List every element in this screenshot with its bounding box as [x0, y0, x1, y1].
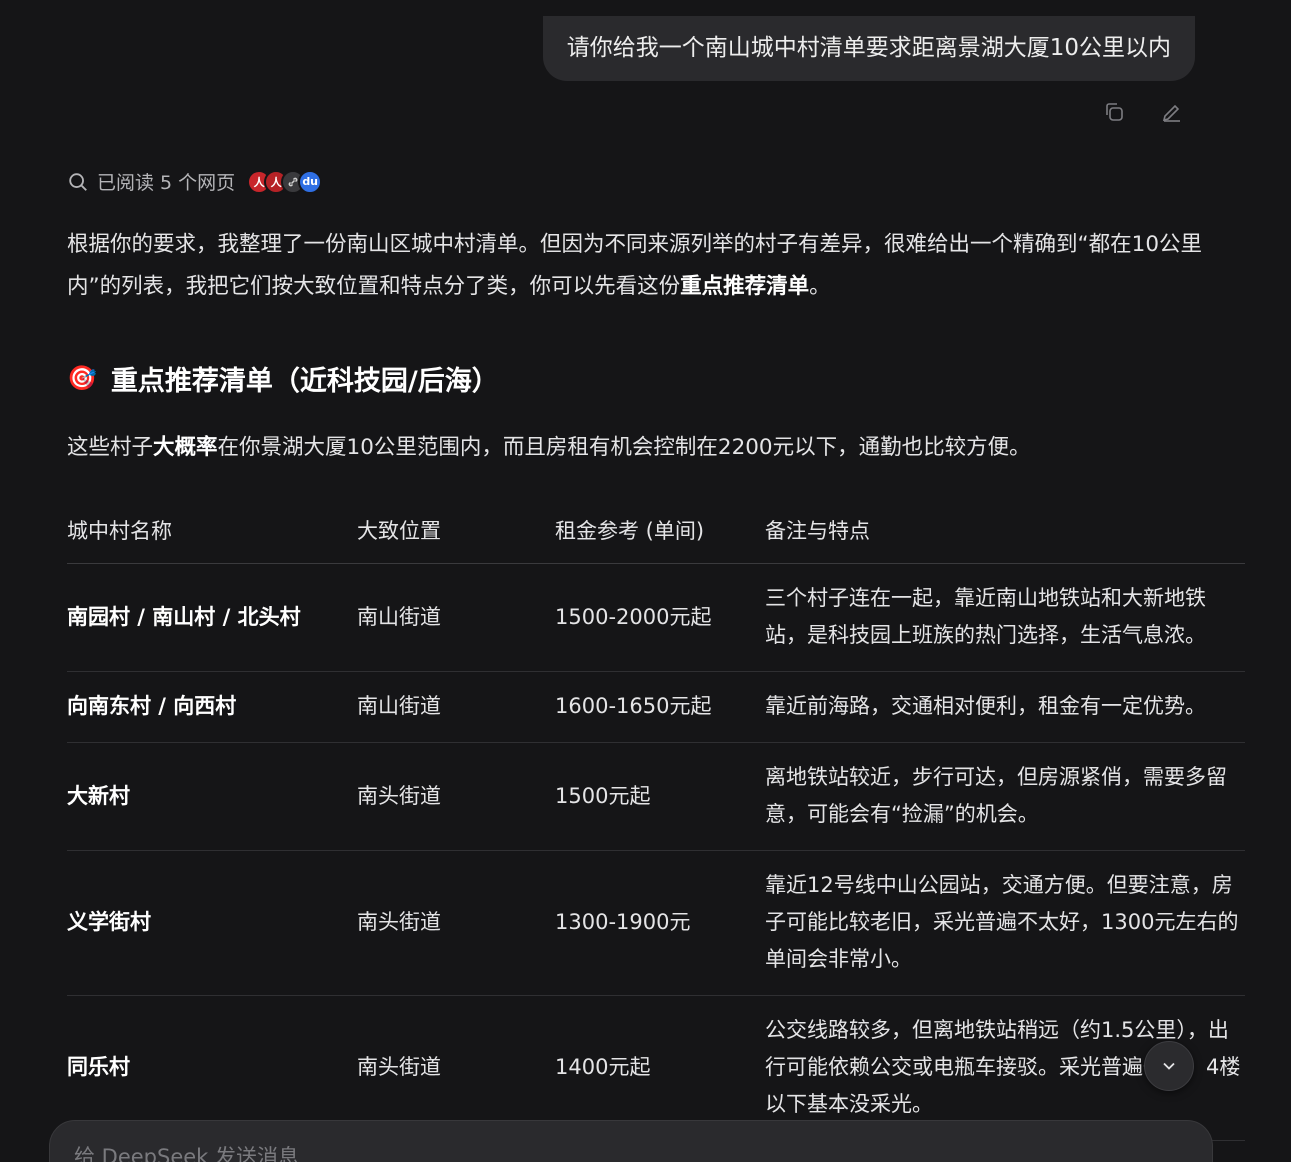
header-name: 城中村名称	[67, 497, 357, 564]
copy-icon[interactable]	[1100, 98, 1128, 126]
chevron-down-icon	[1163, 1062, 1175, 1070]
village-name: 义学街村	[67, 850, 357, 996]
message-actions	[1100, 98, 1186, 126]
message-input[interactable]	[74, 1145, 1188, 1162]
village-note: 三个村子连在一起，靠近南山地铁站和大新地铁站，是科技园上班族的热门选择，生活气息…	[765, 563, 1245, 672]
edit-icon[interactable]	[1158, 98, 1186, 126]
village-location: 南头街道	[357, 742, 555, 851]
message-input-box[interactable]	[49, 1120, 1213, 1162]
section-description: 这些村子大概率在你景湖大厦10公里范围内，而且房租有机会控制在2200元以下，通…	[67, 435, 1031, 460]
table-row: 向南东村 / 向西村 南山街道 1600-1650元起 靠近前海路，交通相对便利…	[67, 671, 1245, 743]
village-name: 同乐村	[67, 995, 357, 1141]
intro-bold: 重点推荐清单	[680, 274, 810, 299]
village-table: 城中村名称 大致位置 租金参考 (单间) 备注与特点 南园村 / 南山村 / 北…	[67, 497, 1245, 1141]
header-location: 大致位置	[357, 497, 555, 564]
village-note: 靠近12号线中山公园站，交通方便。但要注意，房子可能比较老旧，采光普遍不太好，1…	[765, 850, 1245, 996]
user-message-text: 请你给我一个南山城中村清单要求距离景湖大厦10公里以内	[566, 35, 1171, 61]
village-rent: 1500-2000元起	[555, 563, 765, 672]
scroll-to-bottom-button[interactable]	[1144, 1041, 1194, 1091]
search-icon	[69, 172, 87, 191]
village-note: 靠近前海路，交通相对便利，租金有一定优势。	[765, 671, 1245, 743]
search-summary-label: 已阅读 5 个网页	[97, 172, 236, 194]
assistant-response: 根据你的要求，我整理了一份南山区城中村清单。但因为不同来源列举的村子有差异，很难…	[67, 224, 1245, 1141]
user-message-bubble: 请你给我一个南山城中村清单要求距离景湖大厦10公里以内	[542, 16, 1195, 81]
village-name: 向南东村 / 向西村	[67, 671, 357, 743]
header-rent: 租金参考 (单间)	[555, 497, 765, 564]
target-icon: 🎯	[67, 364, 97, 392]
section-title: 重点推荐清单（近科技园/后海）	[110, 365, 499, 397]
table-row: 义学街村 南头街道 1300-1900元 靠近12号线中山公园站，交通方便。但要…	[67, 850, 1245, 996]
source-favicons: 人 人 du	[247, 169, 323, 194]
village-location: 南山街道	[357, 563, 555, 672]
village-rent: 1400元起	[555, 995, 765, 1141]
table-row: 同乐村 南头街道 1400元起 公交线路较多，但离地铁站稍远（约1.5公里），出…	[67, 995, 1245, 1141]
table-row: 大新村 南头街道 1500元起 离地铁站较近，步行可达，但房源紧俏，需要多留意，…	[67, 742, 1245, 851]
village-rent: 1600-1650元起	[555, 671, 765, 743]
village-name: 南园村 / 南山村 / 北头村	[67, 563, 357, 672]
village-name: 大新村	[67, 742, 357, 851]
source-favicon-baidu-icon: du	[298, 169, 323, 194]
table-header-row: 城中村名称 大致位置 租金参考 (单间) 备注与特点	[67, 497, 1245, 564]
section-heading: 🎯 重点推荐清单（近科技园/后海）	[67, 358, 1245, 398]
intro-paragraph: 根据你的要求，我整理了一份南山区城中村清单。但因为不同来源列举的村子有差异，很难…	[67, 232, 1203, 299]
chat-page: 请你给我一个南山城中村清单要求距离景湖大厦10公里以内 已阅读 5 个网页 人 …	[0, 0, 1291, 1162]
village-location: 南头街道	[357, 850, 555, 996]
village-location: 南头街道	[357, 995, 555, 1141]
table-row: 南园村 / 南山村 / 北头村 南山街道 1500-2000元起 三个村子连在一…	[67, 563, 1245, 672]
header-note: 备注与特点	[765, 497, 1245, 564]
village-location: 南山街道	[357, 671, 555, 743]
village-rent: 1300-1900元	[555, 850, 765, 996]
village-rent: 1500元起	[555, 742, 765, 851]
search-summary[interactable]: 已阅读 5 个网页 人 人 du	[67, 168, 323, 195]
village-note: 离地铁站较近，步行可达，但房源紧俏，需要多留意，可能会有“捡漏”的机会。	[765, 742, 1245, 851]
